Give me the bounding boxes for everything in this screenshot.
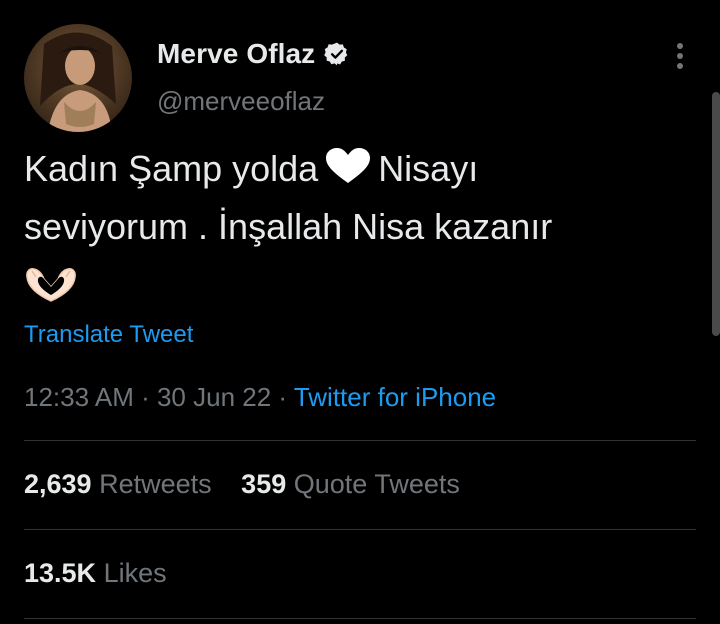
avatar[interactable] xyxy=(24,24,132,132)
tweet-date[interactable]: 30 Jun 22 xyxy=(157,382,271,412)
avatar-photo xyxy=(24,24,132,132)
meta-separator: · xyxy=(271,382,294,412)
tweet-text-line-2: seviyorum . İnşallah Nisa kazanır xyxy=(24,206,553,247)
quote-tweets-stat[interactable]: 359 Quote Tweets xyxy=(241,469,460,500)
scrollbar[interactable] xyxy=(712,92,720,336)
tweet-text-part: Kadın Şamp yolda xyxy=(24,148,319,189)
retweets-stat[interactable]: 2,639 Retweets xyxy=(24,469,212,500)
author-name-row[interactable]: Merve Oflaz xyxy=(157,38,350,70)
quote-tweets-count: 359 xyxy=(241,469,287,499)
divider xyxy=(24,440,696,441)
display-name[interactable]: Merve Oflaz xyxy=(157,38,315,70)
engagement-stats: 2,639 Retweets 359 Quote Tweets xyxy=(24,469,482,500)
tweet-text-part: Nisayı xyxy=(378,148,479,189)
retweets-count: 2,639 xyxy=(24,469,92,499)
likes-count: 13.5K xyxy=(24,558,97,588)
more-options-icon[interactable] xyxy=(670,40,690,72)
tweet-text: Kadın Şamp yolda Nisayı seviyorum . İnşal… xyxy=(24,140,684,314)
likes-label: Likes xyxy=(103,558,167,588)
quote-tweets-label: Quote Tweets xyxy=(293,469,460,499)
divider xyxy=(24,529,696,530)
meta-separator: · xyxy=(133,382,157,412)
translate-tweet-link[interactable]: Translate Tweet xyxy=(24,321,193,349)
divider xyxy=(24,618,696,619)
white-heart-icon xyxy=(324,144,372,183)
verified-badge-icon xyxy=(324,41,350,67)
likes-stat[interactable]: 13.5K Likes xyxy=(24,558,167,589)
tweet-text-line-1: Kadın Şamp yolda Nisayı xyxy=(24,140,684,198)
tweet-detail: Merve Oflaz @merveeoflaz Kadın Şamp yold… xyxy=(0,0,720,624)
tweet-time[interactable]: 12:33 AM xyxy=(24,382,134,412)
tweet-text-line-3 xyxy=(24,256,684,314)
retweets-label: Retweets xyxy=(99,469,212,499)
author-handle[interactable]: @merveeoflaz xyxy=(157,86,325,117)
tweet-source-link[interactable]: Twitter for iPhone xyxy=(294,382,496,412)
tweet-metadata: 12:33 AM · 30 Jun 22 · Twitter for iPhon… xyxy=(24,382,496,413)
heart-hands-icon xyxy=(24,264,78,304)
